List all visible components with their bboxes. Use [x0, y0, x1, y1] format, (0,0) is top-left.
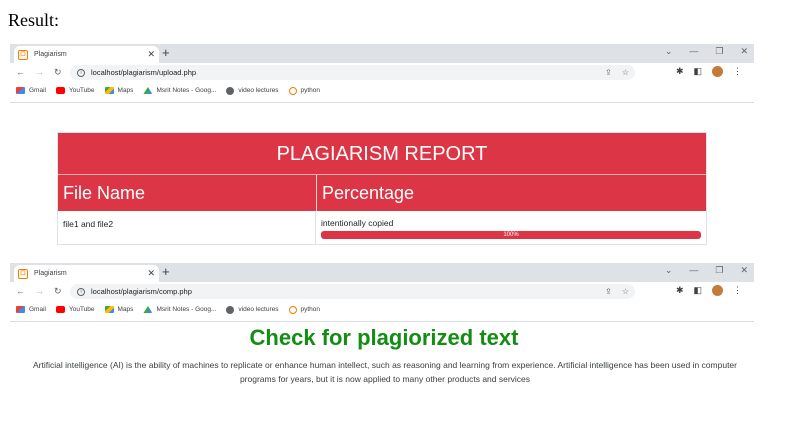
chrome-divider: [10, 321, 754, 322]
close-tab-icon[interactable]: ✕: [147, 49, 155, 60]
youtube-icon: [55, 306, 65, 313]
globe-icon: [226, 305, 235, 314]
maps-icon: [104, 87, 114, 94]
bookmark-python[interactable]: python: [288, 86, 320, 95]
reload-icon[interactable]: ↻: [54, 67, 62, 78]
gmail-icon: [16, 87, 25, 94]
forward-icon[interactable]: →: [35, 286, 44, 297]
url-text: localhost/plagiarism/upload.php: [91, 68, 197, 77]
back-icon[interactable]: ←: [16, 286, 25, 297]
close-tab-icon[interactable]: ✕: [147, 268, 155, 279]
bookmark-youtube[interactable]: YouTube: [55, 306, 95, 313]
youtube-icon: [55, 87, 65, 94]
nav-buttons: ← → ↻: [16, 67, 62, 78]
url-text: localhost/plagiarism/comp.php: [91, 287, 192, 296]
omnibox-actions: ⇪ ☆: [605, 65, 629, 80]
compare-heading: Check for plagiorized text: [249, 325, 519, 350]
chevron-down-icon[interactable]: ⌄: [665, 265, 673, 276]
bookmarks-bar: Gmail YouTube Maps Msrit Notes - Goog...…: [10, 82, 754, 99]
bookmark-youtube[interactable]: YouTube: [55, 87, 95, 94]
drive-icon: [143, 87, 153, 94]
maps-icon: [104, 306, 114, 313]
bookmark-python[interactable]: python: [288, 305, 320, 314]
bookmark-maps[interactable]: Maps: [104, 87, 133, 94]
info-icon[interactable]: i: [77, 287, 85, 296]
drive-icon: [143, 306, 153, 313]
window-controls: ⌄ — ❐ ✕: [665, 46, 748, 57]
more-menu-icon[interactable]: ⋮: [733, 285, 742, 296]
side-panel-icon[interactable]: ◧: [693, 285, 702, 296]
header-file-name: File Name: [58, 175, 317, 211]
chevron-down-icon[interactable]: ⌄: [665, 46, 673, 57]
python-icon: [288, 305, 297, 314]
new-tab-icon[interactable]: +: [162, 264, 170, 279]
toolbar-icons: ✱ ◧ ⋮: [676, 66, 742, 77]
nav-buttons: ← → ↻: [16, 286, 62, 297]
tab-title: Plagiarism: [34, 270, 67, 277]
result-heading: Result:: [8, 10, 60, 30]
browser-tab[interactable]: ☐ Plagiarism ✕: [14, 265, 159, 282]
bookmark-msrit-notes[interactable]: Msrit Notes - Goog...: [143, 87, 216, 94]
tab-bar: ☐ Plagiarism ✕ + ⌄ — ❐ ✕: [10, 44, 754, 63]
profile-avatar[interactable]: [712, 66, 723, 77]
gmail-icon: [16, 306, 25, 313]
reload-icon[interactable]: ↻: [54, 286, 62, 297]
app-favicon-icon: ☐: [18, 49, 28, 60]
table-row: file1 and file2 intentionally copied 100…: [58, 211, 706, 244]
report-title: PLAGIARISM REPORT: [58, 133, 706, 175]
browser-window-compare: ☐ Plagiarism ✕ + ⌄ — ❐ ✕ ← → ↻ i localho…: [10, 263, 754, 323]
close-window-icon[interactable]: ✕: [740, 265, 748, 276]
restore-icon[interactable]: ❐: [715, 265, 723, 276]
bookmarks-bar: Gmail YouTube Maps Msrit Notes - Goog...…: [10, 301, 754, 318]
python-icon: [288, 86, 297, 95]
browser-window-upload: ☐ Plagiarism ✕ + ⌄ — ❐ ✕ ← → ↻ i localho…: [10, 44, 754, 104]
more-menu-icon[interactable]: ⋮: [733, 66, 742, 77]
cell-file-name: file1 and file2: [58, 211, 316, 244]
minimize-icon[interactable]: —: [689, 46, 698, 57]
info-icon[interactable]: i: [77, 68, 85, 77]
close-window-icon[interactable]: ✕: [740, 46, 748, 57]
profile-avatar[interactable]: [712, 285, 723, 296]
address-bar-row: ← → ↻ i localhost/plagiarism/comp.php ⇪ …: [10, 282, 754, 301]
url-input[interactable]: i localhost/plagiarism/comp.php ⇪ ☆: [70, 284, 635, 299]
progress-bar-track: 100%: [321, 231, 701, 239]
extensions-icon[interactable]: ✱: [676, 66, 684, 77]
cell-percentage: intentionally copied 100%: [316, 211, 706, 244]
bookmark-msrit-notes[interactable]: Msrit Notes - Goog...: [143, 306, 216, 313]
status-text: intentionally copied: [321, 218, 394, 228]
share-icon[interactable]: ⇪: [605, 65, 612, 80]
bookmark-video-lectures[interactable]: video lectures: [226, 86, 279, 95]
browser-tab[interactable]: ☐ Plagiarism ✕: [14, 46, 159, 63]
globe-icon: [226, 86, 235, 95]
minimize-icon[interactable]: —: [689, 265, 698, 276]
chrome-divider: [10, 102, 754, 103]
tab-bar: ☐ Plagiarism ✕ + ⌄ — ❐ ✕: [10, 263, 754, 282]
progress-bar-fill: 100%: [321, 231, 701, 239]
address-bar-row: ← → ↻ i localhost/plagiarism/upload.php …: [10, 63, 754, 82]
back-icon[interactable]: ←: [16, 67, 25, 78]
window-controls: ⌄ — ❐ ✕: [665, 265, 748, 276]
new-tab-icon[interactable]: +: [162, 45, 170, 60]
bookmark-maps[interactable]: Maps: [104, 306, 133, 313]
restore-icon[interactable]: ❐: [715, 46, 723, 57]
report-header-row: File Name Percentage: [58, 175, 706, 211]
share-icon[interactable]: ⇪: [605, 284, 612, 299]
url-input[interactable]: i localhost/plagiarism/upload.php ⇪ ☆: [70, 65, 635, 80]
bookmark-gmail[interactable]: Gmail: [16, 87, 46, 94]
omnibox-actions: ⇪ ☆: [605, 284, 629, 299]
header-percentage: Percentage: [322, 183, 415, 203]
plagiarism-report-table: PLAGIARISM REPORT File Name Percentage f…: [57, 132, 707, 245]
bookmark-video-lectures[interactable]: video lectures: [226, 305, 279, 314]
side-panel-icon[interactable]: ◧: [693, 66, 702, 77]
toolbar-icons: ✱ ◧ ⋮: [676, 285, 742, 296]
bookmark-gmail[interactable]: Gmail: [16, 306, 46, 313]
compare-body-text: Artificial intelligence (AI) is the abil…: [33, 360, 737, 384]
bookmark-star-icon[interactable]: ☆: [622, 65, 629, 80]
app-favicon-icon: ☐: [18, 268, 28, 279]
tab-title: Plagiarism: [34, 51, 67, 58]
extensions-icon[interactable]: ✱: [676, 285, 684, 296]
forward-icon[interactable]: →: [35, 67, 44, 78]
bookmark-star-icon[interactable]: ☆: [622, 284, 629, 299]
